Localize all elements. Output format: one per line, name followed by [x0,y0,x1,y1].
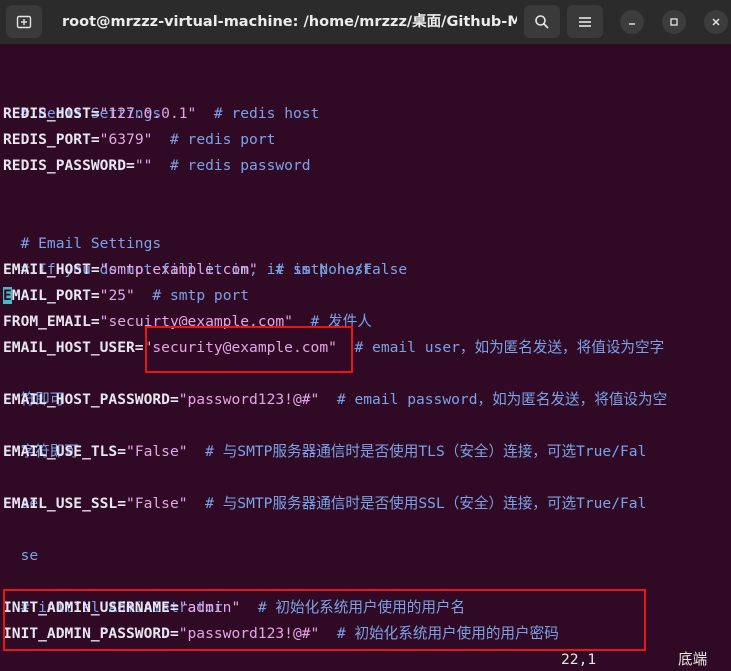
config-key: EMAIL_HOST [3,261,91,278]
config-key: REDIS_HOST [3,105,91,122]
code-line: EMAIL_USE_TLS="False" # 与SMTP服务器通信时是否使用T… [3,439,646,465]
code-line: REDIS_PASSWORD="" # redis password [3,153,311,179]
code-line: se [3,517,39,564]
new-tab-button[interactable] [6,5,42,38]
comment-text: se [20,547,39,564]
equals-sign: = [126,157,135,174]
close-button[interactable] [704,10,728,34]
config-value: "password123!@#" [178,391,320,408]
text-cursor: E [3,287,12,304]
equals-sign: = [169,391,179,408]
cursor-position: 22,1 [561,651,597,668]
comment-text: # redis password [152,157,311,174]
equals-sign: = [117,495,127,512]
code-line: EMAIL_HOST_PASSWORD="password123!@#" # e… [3,387,667,413]
scroll-indicator: 底端 [678,651,708,668]
comment-text: # smtp port [134,287,250,304]
comment-text: # 与SMTP服务器通信时是否使用TLS（安全）连接，可选True/Fal [187,443,647,460]
config-key: EMAIL_USE_TLS [3,443,118,460]
minimize-icon [629,23,635,25]
code-line: EMAIL_PORT="25" # smtp port [3,283,249,309]
equals-sign: = [90,313,100,330]
new-tab-icon [16,15,32,28]
menu-button[interactable] [567,5,603,38]
equals-sign: = [90,287,100,304]
equals-sign: = [90,105,100,122]
close-icon [712,18,720,26]
config-key: EMAIL_USE_SSL [3,495,118,512]
config-key: FROM_EMAIL [3,313,91,330]
config-value: "6379" [99,131,153,148]
config-value: "" [134,157,153,174]
title-bar: root@mrzzz-virtual-machine: /home/mrzzz/… [0,0,731,45]
code-line: REDIS_PORT="6379" # redis port [3,127,275,153]
config-key: REDIS_PASSWORD [3,157,127,174]
maximize-button[interactable] [662,10,686,34]
maximize-icon [670,18,678,26]
config-value: "25" [99,287,135,304]
config-key: EMAIL_HOST_PASSWORD [3,391,170,408]
search-button[interactable] [524,5,560,38]
minimize-button[interactable] [620,10,644,34]
equals-sign: = [90,131,100,148]
hamburger-menu-icon [579,16,591,27]
comment-text: # smtp host [257,261,373,278]
highlight-box-admin [3,589,646,651]
equals-sign: = [117,443,127,460]
code-line: # If you do not fill it in, it is None/F… [3,231,408,278]
comment-text: # 与SMTP服务器通信时是否使用SSL（安全）连接，可选True/Fal [187,495,647,512]
config-key: MAIL_PORT [11,287,91,304]
comment-text: # redis port [152,131,276,148]
highlight-box-email-user [145,326,353,373]
config-value: "smtp.example.com" [99,261,258,278]
window-title: root@mrzzz-virtual-machine: /home/mrzzz/… [62,14,517,30]
comment-text: # redis host [196,105,320,122]
search-icon [535,14,549,29]
config-key: REDIS_PORT [3,131,91,148]
comment-text: # email password，如为匿名发送，将值设为空 [319,391,668,408]
code-line: se [3,465,39,512]
config-value: "False" [126,443,188,460]
code-line: EMAIL_HOST="smtp.example.com" # smtp hos… [3,257,372,283]
code-line: EMAIL_USE_SSL="False" # 与SMTP服务器通信时是否使用S… [3,491,646,517]
code-line: 符即可 [3,361,65,408]
code-line: # Email Settings [3,205,162,252]
code-line: # Redis Settings [3,75,162,122]
code-line: 字符即可 [3,413,79,460]
config-value: "False" [126,495,188,512]
code-line: REDIS_HOST="127.0.0.1" # redis host [3,101,319,127]
config-key: EMAIL_HOST_USER [3,339,135,356]
equals-sign: = [134,339,144,356]
config-value: "127.0.0.1" [99,105,197,122]
equals-sign: = [90,261,100,278]
comment-text: # email user，如为匿名发送，将值设为空字 [336,339,665,356]
